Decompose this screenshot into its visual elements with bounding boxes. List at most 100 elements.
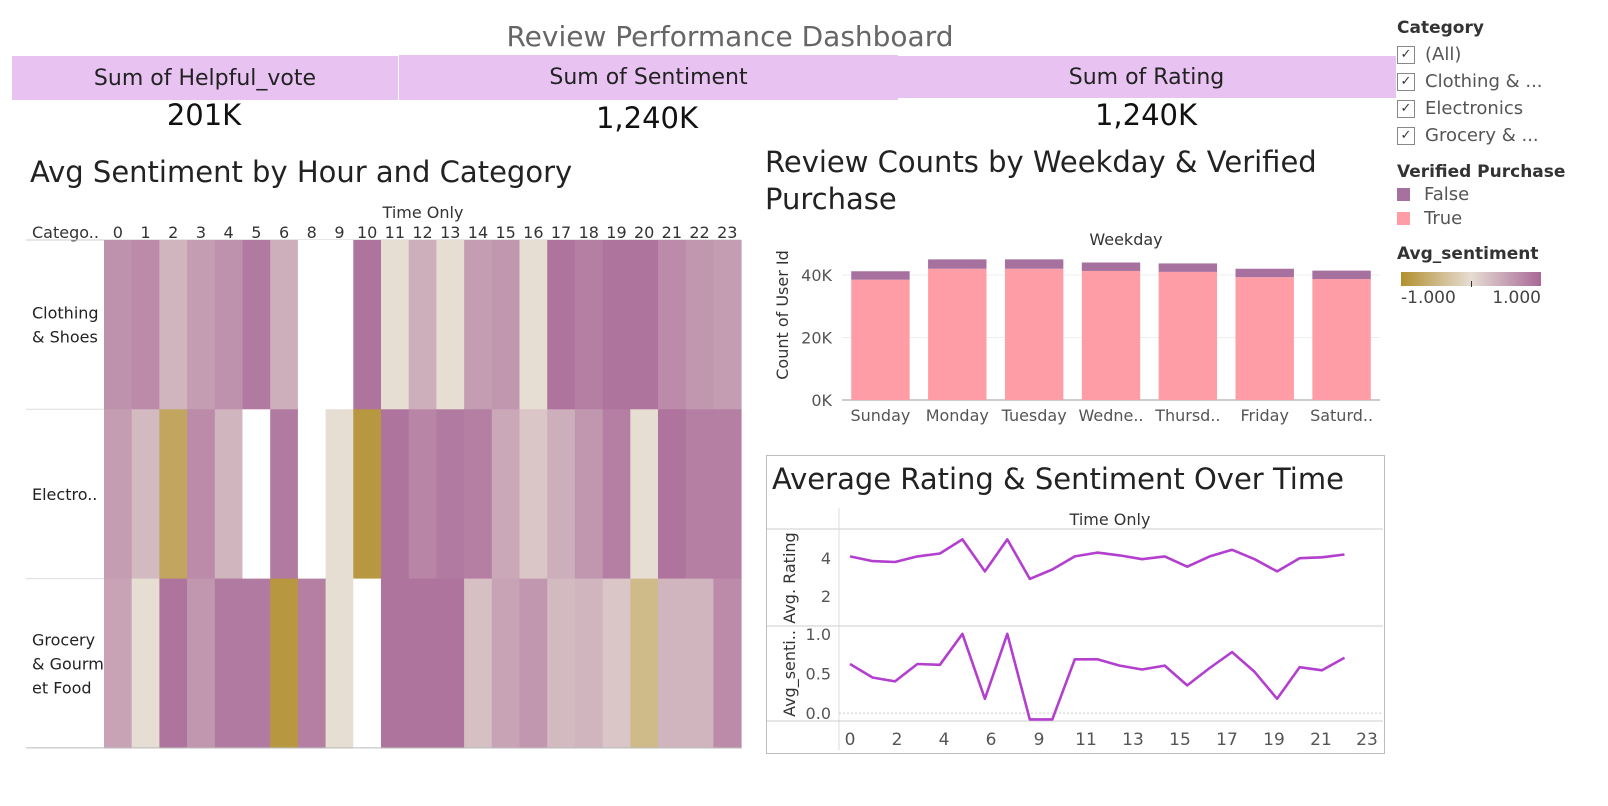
sentiment-legend-max: 1.000 [1492, 288, 1541, 308]
line-y-axis-label: Avg_senti.. [780, 630, 800, 717]
heatmap-column-label: 1 [140, 223, 150, 242]
heatmap-cell [491, 578, 520, 749]
line-x-tick-label: 21 [1310, 730, 1332, 750]
heatmap-column-label: 2 [168, 223, 178, 242]
heatmap-cell [297, 578, 327, 749]
line-x-tick-label: 19 [1263, 730, 1285, 750]
heatmap-cell [214, 240, 243, 410]
line-x-tick-label: 6 [986, 730, 997, 750]
category-filter-item-electronics[interactable]: ✓ Electronics [1397, 95, 1597, 122]
heatmap-cell [658, 578, 687, 749]
heatmap-title: Avg Sentiment by Hour and Category [30, 155, 573, 189]
line-x-tick-label: 13 [1122, 730, 1144, 750]
heatmap-cell [187, 409, 216, 580]
heatmap-column-label: 15 [495, 223, 515, 242]
heatmap-cell [159, 409, 188, 580]
heatmap-cell [547, 409, 576, 580]
bar-y-tick-label: 20K [801, 329, 832, 348]
line-series-rating [849, 538, 1345, 581]
heatmap-cell [685, 578, 714, 749]
verified-legend-title: Verified Purchase [1397, 162, 1566, 182]
heatmap-column-label: 18 [579, 223, 599, 242]
heatmap-row-label: et Food [32, 678, 92, 697]
heatmap-cell [242, 578, 271, 749]
heatmap-column-label: 20 [634, 223, 654, 242]
heatmap-cell [270, 240, 299, 410]
heatmap-cell [381, 240, 410, 410]
heatmap-cell [519, 578, 548, 749]
bar-segment-false [928, 259, 987, 269]
bar-x-tick-label: Tuesday [1001, 406, 1067, 425]
bar-x-tick-label: Friday [1240, 406, 1289, 425]
heatmap-cell [685, 240, 714, 410]
sentiment-color-legend: Avg_sentiment -1.000 1.000 [1397, 244, 1607, 308]
heatmap-cell [131, 240, 160, 410]
heatmap-cell [436, 578, 465, 749]
heatmap-cell [353, 240, 382, 410]
checkbox-icon[interactable]: ✓ [1397, 45, 1415, 64]
bar-segment-true [1081, 270, 1141, 400]
category-filter: Category ✓ (All) ✓ Clothing & ... ✓ Electro… [1397, 18, 1597, 149]
checkbox-icon[interactable]: ✓ [1397, 126, 1415, 145]
verified-legend-true[interactable]: True [1397, 206, 1607, 230]
bar-segment-false [1081, 262, 1141, 271]
dashboard-title: Review Performance Dashboard [506, 20, 954, 53]
line-x-tick-label: 15 [1169, 730, 1191, 750]
heatmap-cell [464, 240, 493, 410]
heatmap-cell [270, 578, 299, 749]
heatmap-cell [187, 240, 216, 410]
heatmap-cell [713, 578, 742, 749]
heatmap-column-label: 8 [307, 223, 317, 242]
bar-segment-false [1235, 268, 1294, 278]
heatmap-cell [131, 409, 160, 580]
bar-chart-title: Review Counts by Weekday & Verified Purc… [765, 145, 1317, 216]
heatmap-cell [436, 409, 465, 580]
heatmap-cell [353, 409, 382, 580]
line-x-tick-label: 4 [939, 730, 950, 750]
heatmap-column-label: 3 [196, 223, 206, 242]
checkbox-icon[interactable]: ✓ [1397, 72, 1415, 91]
bar-x-tick-label: Sunday [850, 406, 910, 425]
bar-chart: Weekday 0K 20K 40K Count of User Id Sunday Mon… [773, 230, 1380, 425]
heatmap-column-label: 16 [523, 223, 543, 242]
heatmap-cell [381, 409, 410, 580]
heatmap-column-label: 21 [662, 223, 682, 242]
heatmap-column-label: 14 [468, 223, 488, 242]
heatmap-cell [297, 240, 327, 410]
checkbox-icon[interactable]: ✓ [1397, 99, 1415, 118]
verified-legend-false[interactable]: False [1397, 182, 1607, 206]
heatmap-cell [214, 578, 243, 749]
bar-segment-true [1312, 279, 1371, 400]
heatmap-cell [630, 409, 659, 580]
bar-segment-false [1312, 270, 1371, 280]
heatmap-cell [214, 409, 243, 580]
line-y-tick-label: 4 [821, 549, 831, 568]
heatmap-cell [658, 409, 687, 580]
heatmap-column-label: 22 [689, 223, 709, 242]
heatmap-cell [574, 240, 604, 410]
heatmap-cell [353, 578, 382, 749]
line-x-tick-label: 17 [1216, 730, 1238, 750]
heatmap-cell [491, 409, 520, 580]
heatmap-cell [381, 578, 410, 749]
dashboard: Review Performance Dashboard Sum of Help… [0, 0, 1608, 806]
line-column-header: Time Only [1069, 510, 1151, 529]
heatmap-cell [325, 240, 354, 410]
heatmap-cell [491, 240, 520, 410]
heatmap-column-label: 17 [551, 223, 571, 242]
heatmap-cell [325, 409, 354, 580]
bar-segment-true [1235, 277, 1294, 400]
category-filter-item-grocery[interactable]: ✓ Grocery & ... [1397, 122, 1597, 149]
line-x-tick-label: 0 [845, 730, 856, 750]
heatmap-cell [464, 409, 493, 580]
line-series-sentiment [849, 632, 1346, 721]
heatmap-cell [104, 240, 133, 410]
bar-segment-false [1004, 259, 1064, 269]
heatmap-column-label: 13 [440, 223, 460, 242]
kpi-rating-value: 1,240K [1094, 98, 1198, 132]
line-y-tick-label: 1.0 [806, 625, 831, 644]
heatmap-cell [242, 409, 271, 580]
category-filter-item-all[interactable]: ✓ (All) [1397, 41, 1597, 68]
category-filter-item-clothing[interactable]: ✓ Clothing & ... [1397, 68, 1597, 95]
heatmap-column-label: 12 [412, 223, 432, 242]
